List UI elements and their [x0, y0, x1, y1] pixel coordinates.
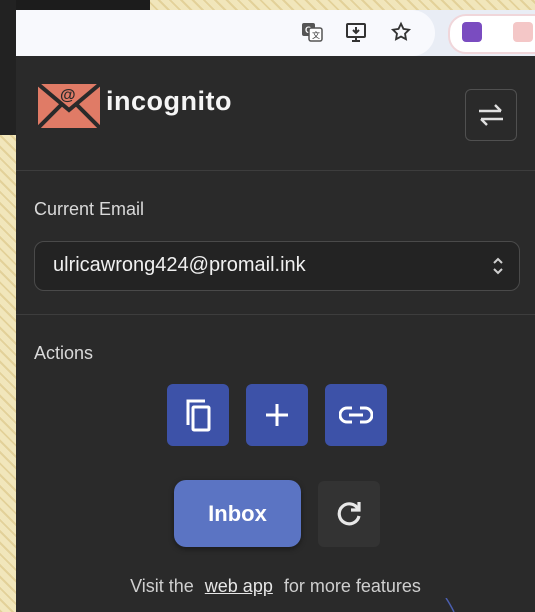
chevron-up-down-icon — [491, 254, 505, 283]
incognito-extension-icon[interactable] — [513, 22, 533, 42]
actions-label: Actions — [34, 343, 94, 363]
install-app-icon[interactable] — [344, 20, 368, 44]
onenote-extension-icon[interactable] — [462, 22, 482, 42]
translate-icon[interactable]: G 文 — [300, 20, 324, 44]
footer-text: Visit the web app for more features — [16, 576, 535, 597]
link-icon — [339, 406, 373, 424]
footer-suffix: for more features — [283, 576, 421, 596]
bookmark-star-icon[interactable] — [389, 20, 413, 44]
new-email-button[interactable] — [246, 384, 308, 446]
brand-name: incognito — [106, 86, 232, 116]
section-divider — [16, 314, 535, 315]
footer-prefix: Visit the — [130, 576, 194, 596]
popup-header: @ incognito — [16, 56, 535, 171]
web-app-link[interactable]: web app — [205, 576, 273, 596]
copy-icon — [186, 399, 211, 432]
incognito-logo-icon: @ — [36, 82, 102, 130]
refresh-button[interactable] — [318, 481, 380, 547]
inbox-button[interactable]: Inbox — [174, 480, 301, 547]
copy-email-button[interactable] — [167, 384, 229, 446]
switch-button[interactable] — [465, 89, 517, 141]
share-link-button[interactable] — [325, 384, 387, 446]
refresh-icon — [337, 502, 361, 526]
current-email-value: ulricawrong424@promail.ink — [53, 254, 306, 276]
svg-text:@: @ — [60, 87, 76, 104]
current-email-label: Current Email — [34, 199, 145, 219]
plus-icon — [266, 404, 288, 426]
pen-stroke-decoration — [445, 598, 455, 612]
email-select[interactable]: ulricawrong424@promail.ink — [34, 241, 520, 291]
address-bar[interactable] — [16, 10, 435, 56]
background-window-edge — [0, 0, 16, 135]
incognito-popup: @ incognito Current Email ulricawrong424… — [16, 56, 535, 612]
svg-text:文: 文 — [312, 30, 320, 40]
